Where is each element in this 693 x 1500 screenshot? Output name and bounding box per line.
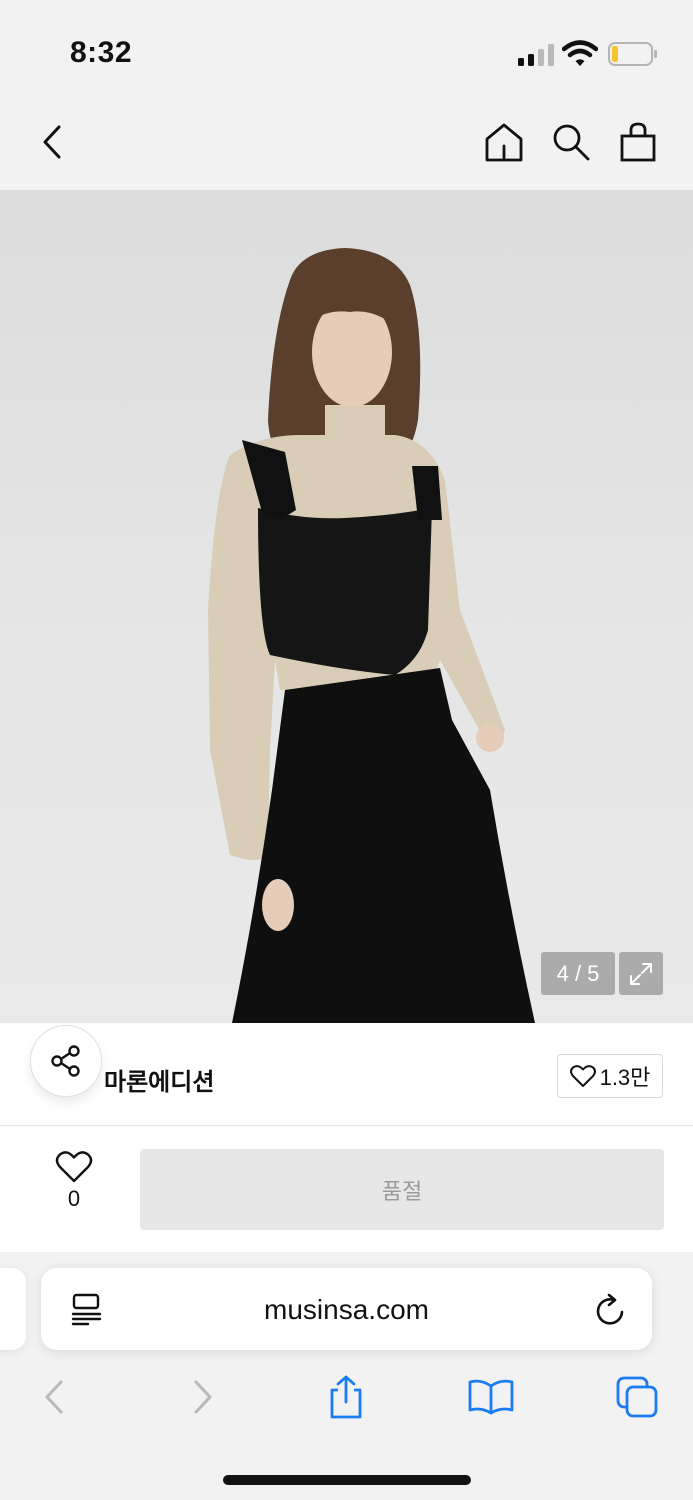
home-button[interactable] <box>482 120 526 164</box>
previous-tab-preview[interactable] <box>0 1268 26 1350</box>
brand-row: 마론에디션 1.3만 <box>0 1023 693 1126</box>
reload-icon[interactable] <box>594 1292 628 1328</box>
bookmarks-button[interactable] <box>466 1372 516 1422</box>
product-like-count: 0 <box>67 1186 81 1211</box>
heart-icon <box>569 1065 596 1087</box>
brand-like-button[interactable]: 1.3만 <box>557 1054 663 1098</box>
search-button[interactable] <box>549 120 593 164</box>
purchase-bar: 0 품절 <box>0 1126 693 1252</box>
browser-back-button[interactable] <box>29 1372 79 1422</box>
cellular-signal-icon <box>518 44 554 66</box>
chevron-right-icon <box>194 1380 212 1414</box>
browser-forward-button[interactable] <box>178 1372 228 1422</box>
book-icon <box>468 1379 514 1415</box>
heart-icon <box>55 1151 93 1183</box>
chevron-left-icon <box>45 1380 63 1414</box>
product-image[interactable] <box>0 190 693 1023</box>
search-icon <box>553 124 590 161</box>
back-button[interactable] <box>30 120 74 164</box>
expand-image-button[interactable] <box>619 952 663 995</box>
tabs-icon <box>616 1376 658 1418</box>
share-icon <box>51 1045 80 1077</box>
browser-share-button[interactable] <box>321 1372 371 1422</box>
chevron-left-icon <box>43 125 61 159</box>
model-photo <box>208 248 535 1023</box>
browser-toolbar: musinsa.com <box>0 1252 693 1500</box>
wifi-icon <box>562 40 598 66</box>
page-header <box>0 100 693 190</box>
product-like-button[interactable]: 0 <box>48 1150 100 1222</box>
expand-icon <box>630 962 652 985</box>
share-button[interactable] <box>30 1025 102 1097</box>
address-bar[interactable]: musinsa.com <box>41 1268 652 1350</box>
share-up-icon <box>330 1375 362 1419</box>
cart-button[interactable] <box>616 120 660 164</box>
battery-icon <box>608 42 657 66</box>
home-indicator <box>223 1475 471 1485</box>
status-time: 8:32 <box>70 36 133 69</box>
image-counter: 4 / 5 <box>541 952 615 995</box>
soldout-button[interactable]: 품절 <box>140 1149 664 1230</box>
shopping-bag-icon <box>620 122 656 162</box>
brand-name[interactable]: 마론에디션 <box>104 1062 214 1097</box>
url-text[interactable]: musinsa.com <box>41 1294 652 1326</box>
home-icon <box>485 123 523 162</box>
status-bar: 8:32 <box>0 0 693 100</box>
brand-like-count: 1.3만 <box>599 1065 651 1090</box>
tabs-button[interactable] <box>612 1372 662 1422</box>
